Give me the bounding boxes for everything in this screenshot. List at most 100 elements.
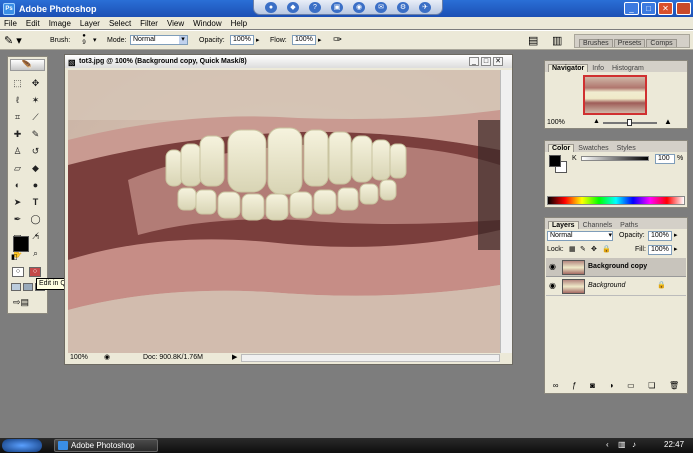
- horizontal-scrollbar[interactable]: [241, 354, 500, 362]
- file-browser-icon[interactable]: ▤: [528, 34, 538, 47]
- clone-stamp-tool-icon[interactable]: ♙: [11, 145, 24, 158]
- help-icon[interactable]: ?: [309, 1, 321, 13]
- adjustment-layer-icon[interactable]: ◑: [609, 381, 614, 393]
- menu-image[interactable]: Image: [49, 19, 71, 28]
- status-arrow-icon[interactable]: ▶: [232, 353, 237, 363]
- zoom-level[interactable]: 100%: [70, 353, 88, 363]
- move-tool-icon[interactable]: ✥: [29, 77, 42, 90]
- lock-image-icon[interactable]: ✎: [580, 245, 586, 253]
- shape-tool-icon[interactable]: ◯: [29, 213, 42, 226]
- eraser-tool-icon[interactable]: ▱: [11, 162, 24, 175]
- healing-brush-tool-icon[interactable]: ✚: [11, 128, 24, 141]
- tab-channels[interactable]: Channels: [579, 221, 617, 229]
- status-menu-icon[interactable]: ◉: [104, 353, 110, 363]
- opacity-field[interactable]: 100%: [230, 35, 254, 45]
- vertical-scrollbar[interactable]: [500, 70, 512, 353]
- network-icon[interactable]: ▥: [618, 440, 626, 449]
- delete-layer-icon[interactable]: 🗑: [669, 381, 679, 393]
- image-canvas[interactable]: [68, 70, 500, 353]
- zoom-out-icon[interactable]: ▲: [593, 118, 600, 125]
- well-tab-comps[interactable]: Comps: [646, 39, 677, 47]
- menu-filter[interactable]: Filter: [140, 19, 158, 28]
- tab-navigator[interactable]: Navigator: [548, 64, 589, 72]
- eye-icon[interactable]: ◉: [549, 262, 556, 271]
- link-layers-icon[interactable]: ∞: [553, 381, 559, 393]
- close-icon-extra[interactable]: [676, 2, 691, 15]
- history-brush-tool-icon[interactable]: ↺: [29, 145, 42, 158]
- screen-mode-full-menu-icon[interactable]: [23, 283, 33, 291]
- path-selection-tool-icon[interactable]: ➤: [11, 196, 24, 209]
- zoom-tool-icon[interactable]: ⌕: [29, 247, 42, 260]
- maximize-button[interactable]: □: [641, 2, 656, 15]
- fill-field[interactable]: 100%: [648, 245, 672, 255]
- layer-row[interactable]: ◉ Background copy: [546, 258, 686, 277]
- type-tool-icon[interactable]: T: [29, 196, 42, 209]
- layer-style-icon[interactable]: ƒ: [572, 381, 576, 393]
- mode-select[interactable]: Normal ▾: [130, 35, 188, 45]
- adobe-online-feather-icon[interactable]: 🪶: [10, 59, 45, 71]
- tab-paths[interactable]: Paths: [616, 221, 642, 229]
- new-layer-icon[interactable]: ❏: [648, 381, 655, 393]
- layer-opacity-field[interactable]: 100%: [648, 231, 672, 241]
- new-group-icon[interactable]: ▭: [627, 381, 635, 393]
- jump-to-imageready-icon[interactable]: ⇨▤: [13, 297, 41, 308]
- start-button[interactable]: [2, 439, 42, 452]
- slice-tool-icon[interactable]: ⟋: [29, 111, 42, 124]
- color-ramp[interactable]: [547, 196, 685, 205]
- launch-icon-4[interactable]: ◉: [353, 1, 365, 13]
- well-tab-presets[interactable]: Presets: [613, 39, 646, 47]
- well-tab-brushes[interactable]: Brushes: [579, 39, 613, 47]
- tab-layers[interactable]: Layers: [548, 221, 579, 229]
- brush-tool-icon[interactable]: ✎: [29, 128, 42, 141]
- blur-tool-icon[interactable]: ◐: [11, 179, 24, 192]
- standard-mode-icon[interactable]: ○: [12, 267, 24, 277]
- menu-view[interactable]: View: [167, 19, 184, 28]
- doc-maximize-button[interactable]: □: [481, 57, 491, 66]
- pen-tool-icon[interactable]: ✒: [11, 213, 24, 226]
- layer-row[interactable]: ◉ Background 🔒: [546, 277, 686, 296]
- taskbar-item-photoshop[interactable]: Adobe Photoshop: [54, 439, 158, 452]
- launch-icon-5[interactable]: ✉: [375, 1, 387, 13]
- close-button[interactable]: ✕: [658, 2, 673, 15]
- layer-mask-icon[interactable]: ◙: [590, 381, 595, 393]
- layer-name[interactable]: Background copy: [588, 263, 647, 270]
- brush-tool-preset-icon[interactable]: ✎ ▾: [4, 34, 34, 48]
- brush-preview[interactable]: ● 9: [78, 33, 90, 49]
- tab-info[interactable]: Info: [588, 64, 608, 72]
- blend-mode-select[interactable]: Normal ▾: [547, 231, 613, 241]
- menu-select[interactable]: Select: [109, 19, 131, 28]
- layer-name[interactable]: Background: [588, 282, 625, 289]
- k-slider[interactable]: [581, 156, 649, 161]
- magic-wand-tool-icon[interactable]: ✶: [29, 94, 42, 107]
- menu-window[interactable]: Window: [193, 19, 221, 28]
- doc-close-button[interactable]: ✕: [493, 57, 503, 66]
- quick-mask-mode-icon[interactable]: ○: [29, 267, 41, 277]
- lock-position-icon[interactable]: ✥: [591, 245, 597, 253]
- marquee-tool-icon[interactable]: ⬚: [11, 77, 24, 90]
- zoom-slider-thumb[interactable]: [627, 119, 632, 126]
- tab-styles[interactable]: Styles: [613, 144, 640, 152]
- opacity-slider-arrow-icon[interactable]: ▸: [256, 36, 260, 44]
- color-foreground-swatch[interactable]: [549, 155, 561, 167]
- volume-icon[interactable]: ♪: [632, 440, 636, 449]
- tab-histogram[interactable]: Histogram: [608, 64, 648, 72]
- crop-tool-icon[interactable]: ⌗: [11, 111, 24, 124]
- flow-field[interactable]: 100%: [292, 35, 316, 45]
- fill-arrow-icon[interactable]: ▸: [674, 245, 678, 253]
- k-value-field[interactable]: 100: [655, 154, 675, 164]
- default-colors-icon[interactable]: ◧: [11, 253, 18, 261]
- screen-mode-standard-icon[interactable]: [11, 283, 21, 291]
- tab-color[interactable]: Color: [548, 144, 575, 152]
- lock-all-icon[interactable]: 🔒: [602, 245, 611, 253]
- layer-opacity-arrow-icon[interactable]: ▸: [674, 231, 678, 239]
- launch-icon-3[interactable]: ▣: [331, 1, 343, 13]
- tab-swatches[interactable]: Swatches: [574, 144, 612, 152]
- paint-bucket-tool-icon[interactable]: ◆: [29, 162, 42, 175]
- foreground-color-swatch[interactable]: [13, 236, 29, 252]
- launch-icon-1[interactable]: ●: [265, 1, 277, 13]
- launch-icon-7[interactable]: ✈: [419, 1, 431, 13]
- navigator-thumbnail[interactable]: [583, 75, 647, 115]
- menu-help[interactable]: Help: [231, 19, 247, 28]
- doc-minimize-button[interactable]: _: [469, 57, 479, 66]
- clock[interactable]: 22:47: [664, 440, 684, 449]
